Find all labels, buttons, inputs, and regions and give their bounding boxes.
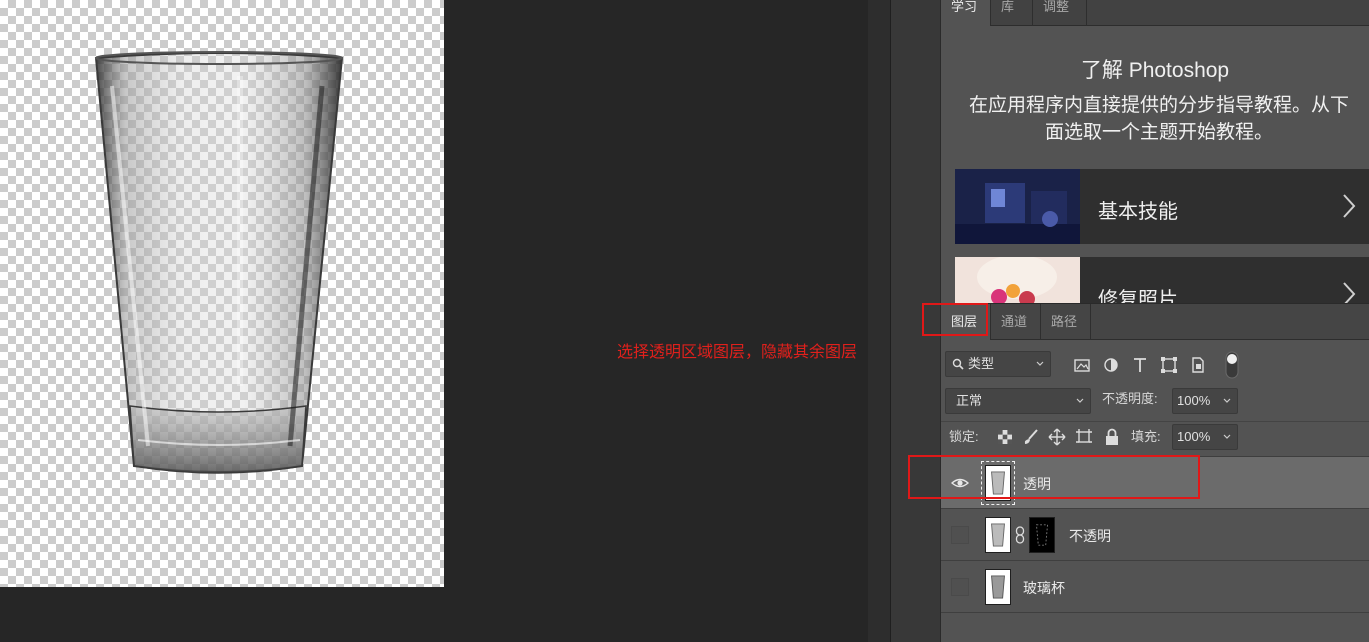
learn-panel: 学习 库 调整 了解 Photoshop 在应用程序内直接提供的分步指导教程。从… [940, 0, 1369, 303]
layers-tabbar: 图层 通道 路径 [941, 304, 1369, 340]
search-icon [952, 358, 964, 370]
chevron-down-icon [1223, 434, 1231, 439]
glass-thumbnail-icon [991, 575, 1005, 599]
glass-cup-image [94, 51, 344, 474]
chevron-right-icon [1343, 282, 1356, 303]
mask-thumbnail-icon [1035, 524, 1049, 546]
fill-label: 填充: [1131, 429, 1161, 444]
lock-transparent-icon[interactable] [995, 427, 1015, 447]
divider [941, 421, 1369, 422]
lock-label: 锁定: [949, 429, 979, 444]
tab-adjustments[interactable]: 调整 [1033, 0, 1087, 26]
document-canvas[interactable] [0, 0, 444, 587]
tutorial-card-basic-skills[interactable]: 基本技能 [955, 169, 1369, 244]
layer-name[interactable]: 玻璃杯 [1023, 578, 1065, 598]
layer-row-opaque[interactable]: 不透明 [941, 509, 1369, 561]
highlight-box-layers-tab [922, 303, 988, 336]
tab-learn[interactable]: 学习 [941, 0, 991, 26]
tutorial-card-label: 基本技能 [1098, 201, 1178, 223]
image-filter-icon[interactable] [1072, 355, 1092, 375]
tutorial-card-fix-photos[interactable]: 修复照片 [955, 257, 1369, 303]
layer-row-glass[interactable]: 玻璃杯 [941, 561, 1369, 613]
layer-thumbnail[interactable] [985, 569, 1011, 605]
visibility-toggle-off[interactable] [951, 526, 969, 544]
blend-mode-dropdown[interactable]: 正常 [945, 388, 1091, 414]
lock-paint-icon[interactable] [1021, 427, 1041, 447]
layer-filter-label: 类型 [968, 356, 995, 371]
highlight-box-transparent-layer [908, 455, 1200, 499]
lock-artboard-icon[interactable] [1074, 427, 1094, 447]
lock-position-icon[interactable] [1047, 427, 1067, 447]
photoshop-workspace: 选择透明区域图层，隐藏其余图层 学习 库 调整 了解 Photoshop 在应用… [0, 0, 1369, 642]
visibility-toggle-off[interactable] [951, 578, 969, 596]
tutorial-card-label: 修复照片 [1098, 289, 1178, 303]
opacity-label: 不透明度: [1102, 391, 1158, 406]
learn-title: 了解 Photoshop [1080, 59, 1230, 82]
tab-channels[interactable]: 通道 [991, 304, 1041, 340]
layer-thumbnail[interactable] [985, 517, 1011, 553]
glass-thumbnail-icon [991, 523, 1005, 547]
tutorial-thumbnail-room [955, 169, 1080, 244]
opacity-value: 100% [1177, 393, 1211, 408]
fill-field[interactable]: 100% [1172, 424, 1238, 450]
learn-description: 在应用程序内直接提供的分步指导教程。从下面选取一个主题开始教程。 [968, 95, 1349, 143]
tab-library[interactable]: 库 [991, 0, 1033, 26]
shape-filter-icon[interactable] [1159, 355, 1179, 375]
chevron-down-icon [1076, 398, 1084, 403]
tab-paths[interactable]: 路径 [1041, 304, 1091, 340]
text-filter-icon[interactable] [1130, 355, 1150, 375]
fill-value: 100% [1177, 429, 1211, 444]
layer-filter-dropdown[interactable]: 类型 [945, 351, 1051, 377]
learn-tabbar: 学习 库 调整 [941, 0, 1369, 26]
link-icon[interactable] [1015, 526, 1025, 544]
lock-all-icon[interactable] [1102, 427, 1122, 447]
smart-object-filter-icon[interactable] [1188, 355, 1208, 375]
adjustment-filter-icon[interactable] [1101, 355, 1121, 375]
filter-toggle-icon[interactable] [1225, 351, 1239, 379]
layer-name[interactable]: 不透明 [1069, 526, 1111, 546]
tutorial-thumbnail-flowers [955, 257, 1080, 303]
opacity-field[interactable]: 100% [1172, 388, 1238, 414]
chevron-right-icon [1343, 194, 1356, 218]
layer-mask-thumbnail[interactable] [1029, 517, 1055, 553]
canvas-area[interactable]: 选择透明区域图层，隐藏其余图层 [0, 0, 868, 642]
panel-gutter [868, 0, 890, 642]
annotation-text: 选择透明区域图层，隐藏其余图层 [617, 344, 858, 361]
chevron-down-icon [1223, 398, 1231, 403]
blend-mode-value: 正常 [956, 393, 983, 408]
chevron-down-icon [1036, 361, 1044, 366]
